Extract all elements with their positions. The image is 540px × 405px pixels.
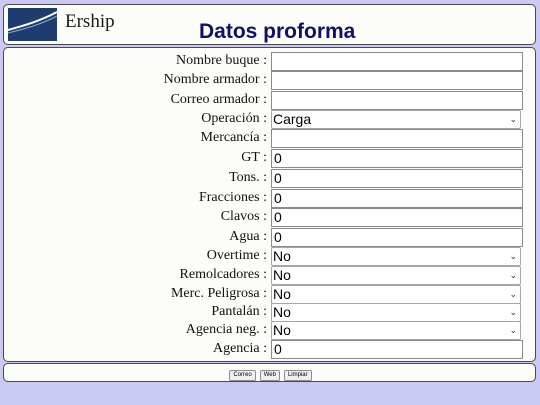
agencia-value: 0 — [274, 341, 282, 357]
overtime-label: Overtime : — [206, 248, 267, 263]
form-row-agencia: Agencia : 0 — [4, 340, 537, 359]
correo-armador-input[interactable] — [271, 91, 523, 110]
clavos-value: 0 — [274, 209, 282, 225]
form-row-fracciones: Fracciones : 0 — [4, 189, 537, 208]
pantalan-value: No — [273, 304, 291, 320]
overtime-value: No — [273, 248, 291, 264]
agua-label: Agua : — [229, 229, 267, 244]
nombre-buque-input[interactable] — [271, 52, 523, 71]
merc-peligrosa-value: No — [273, 286, 291, 302]
fracciones-value: 0 — [274, 190, 282, 206]
agencia-neg-value: No — [273, 322, 291, 338]
form-row-clavos: Clavos : 0 — [4, 208, 537, 227]
ership-logo-icon — [8, 8, 57, 41]
clavos-label: Clavos : — [220, 209, 267, 224]
form-row-overtime: Overtime : No ⌄ — [4, 247, 537, 266]
correo-armador-label: Correo armador : — [170, 92, 267, 107]
mercancia-label: Mercancía : — [200, 130, 267, 145]
clavos-input[interactable]: 0 — [271, 208, 523, 227]
agencia-neg-label: Agencia neg. : — [185, 322, 267, 337]
form-row-merc-peligrosa: Merc. Peligrosa : No ⌄ — [4, 285, 537, 304]
nombre-armador-input[interactable] — [271, 71, 523, 90]
tons-value: 0 — [274, 170, 282, 186]
pantalan-select[interactable]: No ⌄ — [271, 303, 521, 322]
gt-label: GT : — [241, 150, 267, 165]
header-panel: Ership Datos proforma — [3, 4, 536, 45]
agua-value: 0 — [274, 229, 282, 245]
pantalan-label: Pantalán : — [211, 304, 267, 319]
form-row-operacion: Operación : Carga ⌄ — [4, 110, 537, 129]
limpiar-button[interactable]: Limpiar — [283, 370, 312, 381]
tons-label: Tons. : — [229, 170, 267, 185]
agua-input[interactable]: 0 — [271, 228, 523, 247]
form-row-pantalan: Pantalán : No ⌄ — [4, 303, 537, 322]
mercancia-input[interactable] — [271, 129, 523, 148]
gt-input[interactable]: 0 — [271, 149, 523, 168]
correo-button[interactable]: Correo — [229, 370, 256, 381]
fracciones-label: Fracciones : — [198, 190, 267, 205]
merc-peligrosa-select[interactable]: No ⌄ — [271, 285, 521, 304]
web-button[interactable]: Web — [259, 370, 280, 381]
footer-panel: Correo Web Limpiar — [3, 363, 536, 382]
gt-value: 0 — [274, 150, 282, 166]
remolcadores-select[interactable]: No ⌄ — [271, 266, 521, 285]
button-bar: Correo Web Limpiar — [4, 370, 537, 381]
page-title: Datos proforma — [199, 20, 356, 43]
nombre-buque-label: Nombre buque : — [176, 53, 267, 68]
agencia-input[interactable]: 0 — [271, 340, 523, 359]
nombre-armador-label: Nombre armador : — [163, 72, 267, 87]
form-row-correo-armador: Correo armador : — [4, 91, 537, 110]
form-row-remolcadores: Remolcadores : No ⌄ — [4, 266, 537, 285]
operacion-label: Operación : — [201, 111, 267, 126]
form-row-agencia-neg: Agencia neg. : No ⌄ — [4, 321, 537, 340]
form-row-agua: Agua : 0 — [4, 228, 537, 247]
chevron-down-icon[interactable]: ⌄ — [509, 248, 517, 265]
brand-name: Ership — [65, 11, 115, 32]
form-row-gt: GT : 0 — [4, 149, 537, 168]
form-row-nombre-buque: Nombre buque : — [4, 52, 537, 71]
proforma-form: Nombre buque : Nombre armador : Correo arm… — [3, 47, 536, 362]
remolcadores-label: Remolcadores : — [179, 267, 267, 282]
operacion-value: Carga — [273, 111, 312, 127]
fracciones-input[interactable]: 0 — [271, 189, 523, 208]
merc-peligrosa-label: Merc. Peligrosa : — [170, 286, 267, 301]
overtime-select[interactable]: No ⌄ — [271, 247, 521, 266]
agencia-label: Agencia : — [212, 341, 267, 356]
chevron-down-icon[interactable]: ⌄ — [509, 286, 517, 303]
agencia-neg-select[interactable]: No ⌄ — [271, 321, 521, 340]
operacion-select[interactable]: Carga ⌄ — [271, 110, 521, 129]
chevron-down-icon[interactable]: ⌄ — [509, 322, 517, 339]
chevron-down-icon[interactable]: ⌄ — [509, 267, 517, 284]
remolcadores-value: No — [273, 267, 291, 283]
form-row-mercancia: Mercancía : — [4, 129, 537, 148]
form-row-tons: Tons. : 0 — [4, 169, 537, 188]
chevron-down-icon[interactable]: ⌄ — [509, 304, 517, 321]
chevron-down-icon[interactable]: ⌄ — [509, 111, 517, 128]
tons-input[interactable]: 0 — [271, 169, 523, 188]
form-row-nombre-armador: Nombre armador : — [4, 71, 537, 90]
